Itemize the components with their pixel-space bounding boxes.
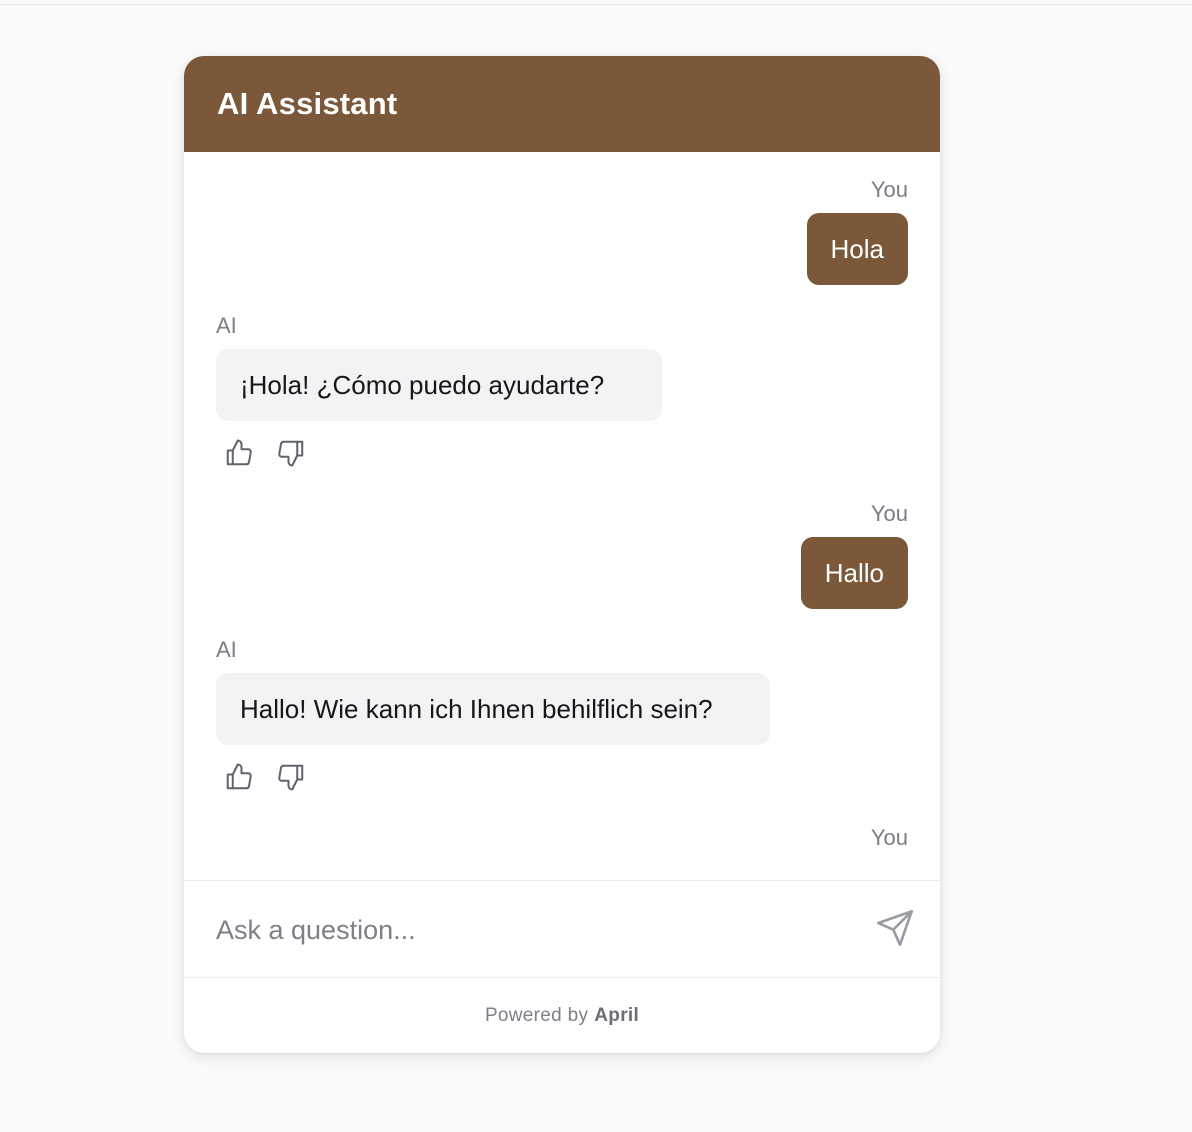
- sender-label: You: [870, 825, 908, 850]
- message-bubble: Hallo: [800, 537, 908, 609]
- sender-label: AI: [216, 637, 237, 662]
- message-user: You Hola: [806, 176, 908, 285]
- top-divider: [0, 4, 1192, 5]
- message-list[interactable]: You Hola AI ¡Hola! ¿Cómo puedo ayudarte?…: [184, 152, 940, 880]
- footer-prefix: Powered by: [484, 1004, 589, 1026]
- thumbs-up-icon[interactable]: [222, 760, 256, 794]
- thumbs-down-icon[interactable]: [274, 760, 308, 794]
- message-user: You Hallo: [800, 500, 908, 609]
- feedback-controls: [216, 760, 770, 794]
- message-bubble: Hola: [806, 213, 908, 285]
- sender-label: AI: [216, 313, 237, 338]
- message-ai: AI Hallo! Wie kann ich Ihnen behilflich …: [216, 636, 770, 794]
- chat-title: AI Assistant: [217, 86, 398, 121]
- chat-header: AI Assistant: [184, 56, 940, 152]
- thumbs-down-icon[interactable]: [274, 436, 308, 470]
- message-bubble: Hallo! Wie kann ich Ihnen behilflich sei…: [216, 673, 770, 745]
- footer-brand-link[interactable]: April: [594, 1005, 639, 1027]
- thumbs-up-icon[interactable]: [222, 436, 256, 470]
- sender-label: You: [870, 177, 908, 202]
- message-ai: AI ¡Hola! ¿Cómo puedo ayudarte?: [216, 312, 662, 470]
- chat-widget: AI Assistant You Hola AI ¡Hola! ¿Cómo pu…: [184, 56, 940, 1053]
- input-bar: [184, 880, 940, 978]
- send-icon[interactable]: [874, 907, 916, 949]
- message-user: You: [871, 824, 908, 861]
- sender-label: You: [870, 501, 908, 526]
- message-bubble: ¡Hola! ¿Cómo puedo ayudarte?: [216, 349, 662, 421]
- footer: Powered by April: [184, 978, 940, 1053]
- question-input[interactable]: [216, 905, 846, 955]
- feedback-controls: [216, 436, 662, 470]
